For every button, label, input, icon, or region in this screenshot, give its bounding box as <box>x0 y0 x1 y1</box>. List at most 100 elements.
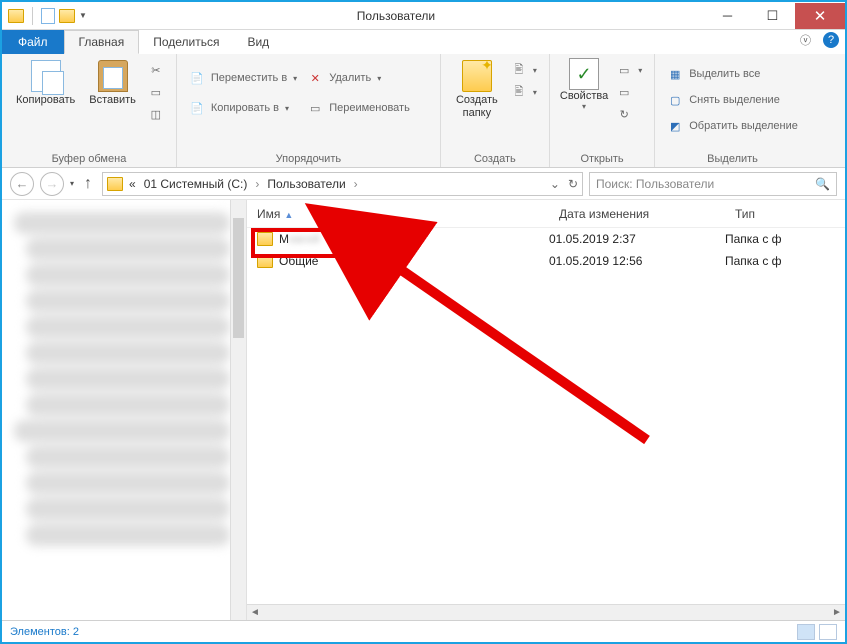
title-bar: ▼ Пользователи <box>2 2 845 30</box>
edit-button[interactable]: ▭ <box>614 82 644 102</box>
breadcrumb-drive[interactable]: 01 Системный (C:) <box>142 177 250 191</box>
navigation-bar: ← → ▾ ↑ « 01 Системный (C:) › Пользовате… <box>2 168 845 200</box>
copy-to-button[interactable]: 📄Копировать в ▾ <box>187 98 299 118</box>
tab-home[interactable]: Главная <box>64 30 140 54</box>
status-text: Элементов: 2 <box>10 626 79 638</box>
help-icon[interactable]: ? <box>823 32 839 48</box>
item-name: Mевгей <box>279 232 320 246</box>
group-organize: 📄Переместить в ▾ 📄Копировать в ▾ ✕Удалит… <box>177 54 441 167</box>
delete-button[interactable]: ✕Удалить ▾ <box>305 68 412 88</box>
up-button[interactable]: ↑ <box>80 175 96 193</box>
address-bar[interactable]: « 01 Системный (C:) › Пользователи › ⌄ ↻ <box>102 172 583 196</box>
select-none-icon: ▢ <box>667 92 683 108</box>
breadcrumb-folder[interactable]: Пользователи <box>265 177 347 191</box>
paste-shortcut-button[interactable]: ◫ <box>146 104 166 124</box>
easy-access-button[interactable]: 🖹▾ <box>509 82 539 102</box>
group-new: Создать папку 🖹▾ 🖹▾ Создать <box>441 54 550 167</box>
nav-tree-blurred <box>2 200 246 558</box>
history-button[interactable]: ↻ <box>614 104 644 124</box>
cut-button[interactable]: ✂ <box>146 60 166 80</box>
properties-button[interactable]: Свойства ▾ <box>560 58 608 111</box>
horizontal-scrollbar[interactable]: ◄ ► <box>247 604 845 620</box>
folder-icon <box>107 177 123 191</box>
tab-share[interactable]: Поделиться <box>139 30 233 54</box>
item-name: Общие <box>279 254 318 268</box>
group-open: Свойства ▾ ▭▾ ▭ ↻ Открыть <box>550 54 655 167</box>
scroll-left-icon[interactable]: ◄ <box>247 607 263 618</box>
minimize-button[interactable] <box>705 3 750 29</box>
status-bar: Элементов: 2 <box>2 620 845 642</box>
breadcrumb-prefix: « <box>127 177 138 191</box>
window-title: Пользователи <box>87 9 705 23</box>
move-to-icon: 📄 <box>189 70 205 86</box>
navigation-pane[interactable] <box>2 200 247 620</box>
chevron-right-icon[interactable]: › <box>253 177 261 191</box>
back-button[interactable]: ← <box>10 172 34 196</box>
delete-icon: ✕ <box>307 70 323 86</box>
collapse-ribbon-icon[interactable]: ⓥ <box>800 32 811 48</box>
qat-dropdown-icon[interactable]: ▼ <box>79 11 87 20</box>
invert-selection-button[interactable]: ◩Обратить выделение <box>665 116 800 136</box>
folder-icon <box>257 254 273 268</box>
open-button[interactable]: ▭▾ <box>614 60 644 80</box>
icons-view-button[interactable] <box>819 624 837 640</box>
folder-icon <box>257 232 273 246</box>
tab-view[interactable]: Вид <box>233 30 283 54</box>
copy-to-icon: 📄 <box>189 100 205 116</box>
search-input[interactable]: Поиск: Пользователи 🔍 <box>589 172 837 196</box>
invert-selection-icon: ◩ <box>667 118 683 134</box>
select-none-button[interactable]: ▢Снять выделение <box>665 90 800 110</box>
new-folder-button[interactable]: Создать папку <box>451 58 503 121</box>
chevron-down-icon: ▾ <box>638 66 642 75</box>
list-item[interactable]: Mевгей 01.05.2019 2:37 Папка с ф <box>247 228 845 250</box>
paste-button[interactable]: Вставить <box>85 58 140 109</box>
cut-icon: ✂ <box>148 62 164 78</box>
tab-file[interactable]: Файл <box>2 30 64 54</box>
file-list: Имя▲ Дата изменения Тип Mевгей 01.05.201… <box>247 200 845 620</box>
item-date: 01.05.2019 12:56 <box>549 254 725 268</box>
new-item-button[interactable]: 🖹▾ <box>509 60 539 80</box>
shortcut-icon: ◫ <box>148 106 164 122</box>
column-name[interactable]: Имя▲ <box>247 207 549 221</box>
chevron-right-icon[interactable]: › <box>352 177 360 191</box>
address-dropdown-icon[interactable]: ⌄ <box>550 177 560 191</box>
separator <box>32 7 33 25</box>
select-all-icon: ▦ <box>667 66 683 82</box>
scroll-right-icon[interactable]: ► <box>829 607 845 618</box>
forward-button[interactable]: → <box>40 172 64 196</box>
chevron-down-icon: ▾ <box>293 74 297 83</box>
new-folder-icon[interactable] <box>59 9 75 23</box>
select-all-button[interactable]: ▦Выделить все <box>665 64 800 84</box>
item-date: 01.05.2019 2:37 <box>549 232 725 246</box>
content-area: Имя▲ Дата изменения Тип Mевгей 01.05.201… <box>2 200 845 620</box>
column-type[interactable]: Тип <box>725 207 845 221</box>
column-date[interactable]: Дата изменения <box>549 207 725 221</box>
list-item[interactable]: Общие 01.05.2019 12:56 Папка с ф <box>247 250 845 272</box>
move-to-button[interactable]: 📄Переместить в ▾ <box>187 68 299 88</box>
copy-button[interactable]: Копировать <box>12 58 79 109</box>
properties-icon[interactable] <box>41 8 55 24</box>
chevron-down-icon: ▾ <box>582 102 586 111</box>
edit-icon: ▭ <box>616 84 632 100</box>
new-item-icon: 🖹 <box>511 62 527 78</box>
paste-icon <box>98 60 128 92</box>
scrollbar-thumb[interactable] <box>233 218 244 338</box>
sort-asc-icon: ▲ <box>280 210 293 220</box>
ribbon-tabs: Файл Главная Поделиться Вид ⓥ ? <box>2 30 845 54</box>
properties-icon <box>569 58 599 90</box>
folder-icon[interactable] <box>8 9 24 23</box>
search-icon: 🔍 <box>815 177 830 191</box>
group-clipboard: Копировать Вставить ✂ ▭ ◫ Буфер обмена <box>2 54 177 167</box>
history-icon: ↻ <box>616 106 632 122</box>
rename-icon: ▭ <box>307 100 323 116</box>
refresh-icon[interactable]: ↻ <box>568 177 578 191</box>
copy-path-button[interactable]: ▭ <box>146 82 166 102</box>
maximize-button[interactable] <box>750 3 795 29</box>
details-view-button[interactable] <box>797 624 815 640</box>
path-icon: ▭ <box>148 84 164 100</box>
close-button[interactable] <box>795 3 845 29</box>
search-placeholder: Поиск: Пользователи <box>596 177 714 191</box>
rename-button[interactable]: ▭Переименовать <box>305 98 412 118</box>
nav-scrollbar[interactable] <box>230 200 246 620</box>
history-dropdown-icon[interactable]: ▾ <box>70 179 74 188</box>
